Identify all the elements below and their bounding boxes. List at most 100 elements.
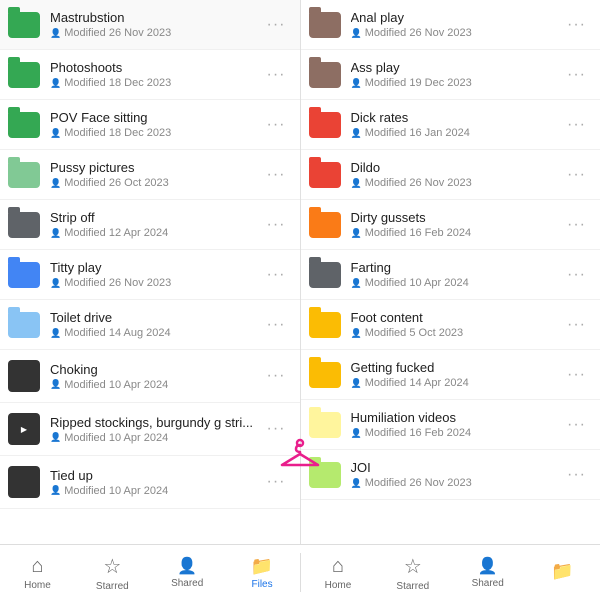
more-options-button[interactable]: ···: [561, 12, 592, 38]
more-options-button[interactable]: ···: [261, 312, 292, 338]
files-icon-right: 📁: [551, 561, 573, 582]
folder-modified-date: Modified 26 Nov 2023: [351, 177, 562, 189]
folder-modified-date: Modified 26 Nov 2023: [50, 27, 261, 39]
nav-shared-label-right: Shared: [472, 578, 504, 589]
folder-modified-date: Modified 16 Jan 2024: [351, 127, 562, 139]
more-options-button[interactable]: ···: [561, 212, 592, 238]
more-options-button[interactable]: ···: [261, 212, 292, 238]
folder-icon: [309, 412, 341, 438]
folder-name: Dick rates: [351, 110, 562, 125]
starred-icon-right: ☆: [404, 554, 422, 579]
home-icon-left: ⌂: [31, 555, 43, 578]
list-item[interactable]: POV Face sittingModified 18 Dec 2023···: [0, 100, 300, 150]
list-item[interactable]: Pussy picturesModified 26 Oct 2023···: [0, 150, 300, 200]
more-options-button[interactable]: ···: [261, 262, 292, 288]
folder-icon: [309, 262, 341, 288]
list-item[interactable]: PhotoshootsModified 18 Dec 2023···: [0, 50, 300, 100]
folder-modified-date: Modified 10 Apr 2024: [351, 277, 562, 289]
folder-name: Mastrubstion: [50, 10, 261, 25]
folder-thumbnail: [8, 466, 40, 498]
folder-name: Titty play: [50, 260, 261, 275]
folder-name: Toilet drive: [50, 310, 261, 325]
nav-home-label-right: Home: [325, 580, 352, 591]
folder-modified-date: Modified 19 Dec 2023: [351, 77, 562, 89]
folder-info: Choking Modified 10 Apr 2024: [50, 362, 261, 391]
list-item[interactable]: Foot contentModified 5 Oct 2023···: [301, 300, 600, 350]
more-options-button[interactable]: ···: [561, 262, 592, 288]
more-options-button[interactable]: ···: [561, 312, 592, 338]
nav-files-left[interactable]: 📁 Files: [225, 545, 300, 600]
folder-info: Farting Modified 10 Apr 2024: [351, 260, 562, 289]
more-options-button[interactable]: ···: [561, 462, 592, 488]
folder-modified-date: Modified 14 Aug 2024: [50, 327, 261, 339]
more-options-button[interactable]: ···: [261, 162, 292, 188]
upload-icon[interactable]: [278, 435, 322, 488]
folder-modified-date: Modified 10 Apr 2024: [50, 432, 261, 444]
list-item[interactable]: ▶Ripped stockings, burgundy g stri...Mod…: [0, 403, 300, 456]
list-item[interactable]: Humiliation videosModified 16 Feb 2024··…: [301, 400, 600, 450]
nav-shared-label-left: Shared: [171, 578, 203, 589]
folder-modified-date: Modified 26 Nov 2023: [351, 477, 562, 489]
folder-info: Foot contentModified 5 Oct 2023: [351, 310, 562, 339]
list-item[interactable]: Tied upModified 10 Apr 2024···: [0, 456, 300, 509]
nav-starred-left[interactable]: ☆ Starred: [75, 545, 150, 600]
list-item[interactable]: Dirty gussetsModified 16 Feb 2024···: [301, 200, 600, 250]
folder-name: Choking: [50, 362, 261, 377]
folder-icon: [309, 362, 341, 388]
folder-modified-date: Modified 26 Nov 2023: [50, 277, 261, 289]
folder-name: Ass play: [351, 60, 562, 75]
more-options-button[interactable]: ···: [261, 112, 292, 138]
list-item[interactable]: Anal playModified 26 Nov 2023···: [301, 0, 600, 50]
folder-icon: [309, 212, 341, 238]
shared-icon-right: 👤: [478, 556, 498, 576]
folder-name: Dirty gussets: [351, 210, 562, 225]
right-file-list: Anal playModified 26 Nov 2023···Ass play…: [301, 0, 600, 544]
folder-info: Ripped stockings, burgundy g stri... Modi…: [50, 415, 261, 444]
list-item[interactable]: Dick rates Modified 16 Jan 2024···: [301, 100, 600, 150]
more-options-button[interactable]: ···: [561, 362, 592, 388]
nav-shared-right[interactable]: 👤 Shared: [450, 545, 525, 600]
more-options-button[interactable]: ···: [261, 12, 292, 38]
more-options-button[interactable]: ···: [561, 62, 592, 88]
nav-starred-label-right: Starred: [396, 581, 429, 592]
folder-icon: [8, 62, 40, 88]
folder-info: Mastrubstion Modified 26 Nov 2023: [50, 10, 261, 39]
folder-name: Photoshoots: [50, 60, 261, 75]
more-options-button[interactable]: ···: [561, 112, 592, 138]
list-item[interactable]: Ass play Modified 19 Dec 2023···: [301, 50, 600, 100]
folder-modified-date: Modified 14 Apr 2024: [351, 377, 562, 389]
folder-icon: [8, 312, 40, 338]
list-item[interactable]: Choking Modified 10 Apr 2024···: [0, 350, 300, 403]
list-item[interactable]: Titty play Modified 26 Nov 2023···: [0, 250, 300, 300]
folder-icon: [309, 162, 341, 188]
list-item[interactable]: Farting Modified 10 Apr 2024···: [301, 250, 600, 300]
more-options-button[interactable]: ···: [561, 412, 592, 438]
list-item[interactable]: DildoModified 26 Nov 2023···: [301, 150, 600, 200]
left-file-list: MastrubstionModified 26 Nov 2023···Photo…: [0, 0, 301, 544]
folder-icon: [309, 112, 341, 138]
nav-home-left[interactable]: ⌂ Home: [0, 545, 75, 600]
folder-icon: [309, 12, 341, 38]
folder-modified-date: Modified 10 Apr 2024: [50, 379, 261, 391]
folder-icon: [8, 212, 40, 238]
nav-starred-right[interactable]: ☆ Starred: [375, 545, 450, 600]
list-item[interactable]: Strip offModified 12 Apr 2024···: [0, 200, 300, 250]
nav-files-right[interactable]: 📁: [525, 545, 600, 600]
list-item[interactable]: JOIModified 26 Nov 2023···: [301, 450, 600, 500]
folder-name: Strip off: [50, 210, 261, 225]
folder-thumbnail: [8, 360, 40, 392]
nav-shared-left[interactable]: 👤 Shared: [150, 545, 225, 600]
nav-home-right[interactable]: ⌂ Home: [301, 545, 376, 600]
shared-icon-left: 👤: [177, 556, 197, 576]
folder-info: JOIModified 26 Nov 2023: [351, 460, 562, 489]
folder-name: Farting: [351, 260, 562, 275]
list-item[interactable]: Mastrubstion Modified 26 Nov 2023···: [0, 0, 300, 50]
more-options-button[interactable]: ···: [261, 363, 292, 389]
folder-name: Ripped stockings, burgundy g stri...: [50, 415, 261, 430]
more-options-button[interactable]: ···: [261, 62, 292, 88]
list-item[interactable]: Getting fuckedModified 14 Apr 2024···: [301, 350, 600, 400]
list-item[interactable]: Toilet drive Modified 14 Aug 2024···: [0, 300, 300, 350]
more-options-button[interactable]: ···: [561, 162, 592, 188]
bottom-navigation: ⌂ Home ☆ Starred 👤 Shared 📁 Files ⌂ Home…: [0, 544, 600, 600]
folder-info: Pussy picturesModified 26 Oct 2023: [50, 160, 261, 189]
